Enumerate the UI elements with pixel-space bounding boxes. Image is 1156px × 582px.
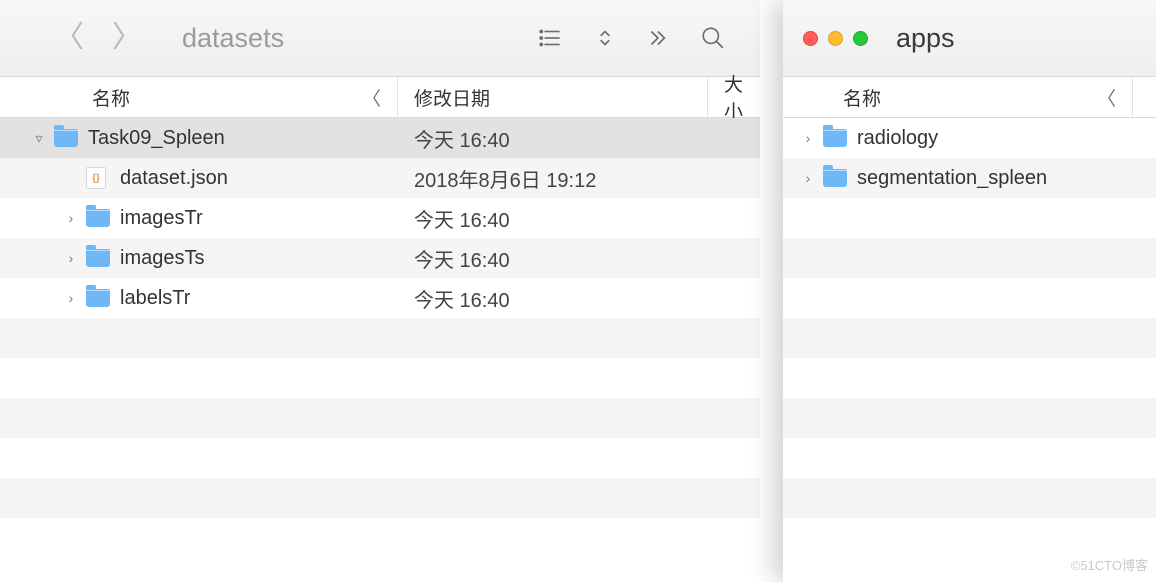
column-date[interactable]: 修改日期	[398, 77, 708, 117]
table-row	[783, 358, 1156, 398]
forward-button[interactable]: 〉	[98, 23, 156, 53]
column-headers: 名称 〈 修改日期 大小	[0, 76, 760, 118]
disclosure-icon[interactable]: ▿	[29, 130, 49, 147]
table-row	[783, 478, 1156, 518]
column-name[interactable]: 名称 〈	[0, 77, 398, 117]
file-listing: › radiology › segmentation_spleen	[783, 118, 1156, 582]
sort-indicator-icon: 〈	[362, 84, 381, 111]
toolbar: 〈 〉 datasets	[0, 0, 760, 76]
table-row	[783, 318, 1156, 358]
table-row	[783, 518, 1156, 558]
column-size[interactable]: 大小	[708, 77, 760, 117]
folder-icon	[86, 208, 110, 228]
search-icon[interactable]	[686, 25, 740, 51]
table-row	[0, 438, 760, 478]
table-row	[783, 278, 1156, 318]
overflow-icon[interactable]	[632, 25, 686, 51]
table-row[interactable]: dataset.json 2018年8月6日 19:12	[0, 158, 760, 198]
json-file-icon	[86, 168, 110, 188]
zoom-button[interactable]	[853, 31, 868, 46]
window-title: datasets	[182, 23, 284, 54]
folder-icon	[86, 288, 110, 308]
file-listing: ▿ Task09_Spleen 今天 16:40 dataset.json 2018年8…	[0, 118, 760, 582]
disclosure-icon[interactable]: ›	[798, 170, 818, 186]
file-name: radiology	[857, 127, 938, 150]
folder-icon	[823, 168, 847, 188]
minimize-button[interactable]	[828, 31, 843, 46]
file-name: labelsTr	[120, 287, 190, 310]
table-row[interactable]: › imagesTs 今天 16:40	[0, 238, 760, 278]
table-row	[0, 398, 760, 438]
column-headers: 名称 〈	[783, 76, 1156, 118]
file-date: 今天 16:40	[398, 124, 708, 153]
table-row	[783, 398, 1156, 438]
file-date: 2018年8月6日 19:12	[398, 164, 708, 193]
disclosure-icon[interactable]: ›	[798, 130, 818, 146]
column-name-label: 名称	[843, 84, 881, 111]
table-row[interactable]: › radiology	[783, 118, 1156, 158]
folder-icon	[86, 248, 110, 268]
file-name: Task09_Spleen	[88, 127, 225, 150]
sort-indicator-icon: 〈	[1097, 84, 1116, 111]
folder-icon	[823, 128, 847, 148]
column-extra[interactable]	[1133, 77, 1156, 117]
background-sliver	[760, 0, 783, 582]
file-name: dataset.json	[120, 167, 228, 190]
finder-window-datasets: 〈 〉 datasets 名称 〈 修改日期 大小 ▿ Task09_Spleen…	[0, 0, 760, 582]
view-updown-icon[interactable]	[578, 25, 632, 51]
file-date: 今天 16:40	[398, 284, 708, 313]
table-row	[783, 438, 1156, 478]
table-row	[783, 238, 1156, 278]
table-row[interactable]: › imagesTr 今天 16:40	[0, 198, 760, 238]
view-list-icon[interactable]	[524, 25, 578, 51]
file-date: 今天 16:40	[398, 204, 708, 233]
window-title: apps	[896, 23, 955, 54]
table-row	[0, 318, 760, 358]
table-row[interactable]: › segmentation_spleen	[783, 158, 1156, 198]
table-row[interactable]: › labelsTr 今天 16:40	[0, 278, 760, 318]
table-row	[0, 518, 760, 558]
file-name: imagesTs	[120, 247, 204, 270]
table-row[interactable]: ▿ Task09_Spleen 今天 16:40	[0, 118, 760, 158]
column-name-label: 名称	[92, 84, 130, 111]
back-button[interactable]: 〈	[40, 23, 98, 53]
table-row	[0, 358, 760, 398]
toolbar: apps	[783, 0, 1156, 76]
close-button[interactable]	[803, 31, 818, 46]
disclosure-icon[interactable]: ›	[61, 210, 81, 226]
disclosure-icon[interactable]: ›	[61, 290, 81, 306]
column-name[interactable]: 名称 〈	[783, 77, 1133, 117]
disclosure-icon[interactable]: ›	[61, 250, 81, 266]
table-row	[0, 478, 760, 518]
file-name: imagesTr	[120, 207, 203, 230]
table-row	[783, 198, 1156, 238]
column-size-label: 大小	[724, 70, 744, 124]
column-date-label: 修改日期	[414, 84, 490, 111]
file-name: segmentation_spleen	[857, 167, 1047, 190]
watermark: ©51CTO博客	[1071, 555, 1148, 574]
file-date: 今天 16:40	[398, 244, 708, 273]
traffic-lights	[803, 31, 868, 46]
finder-window-apps: apps 名称 〈 › radiology › segmentation_spleen	[783, 0, 1156, 582]
folder-icon	[54, 128, 78, 148]
